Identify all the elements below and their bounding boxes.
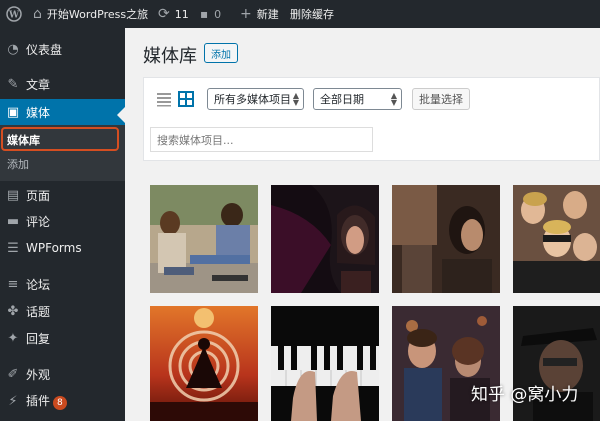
- appearance-icon: ✐: [7, 366, 19, 382]
- reply-icon: ✦: [7, 330, 19, 346]
- sidebar-item-forums[interactable]: ≡ 论坛: [0, 273, 125, 295]
- comments-link[interactable]: ▪ 0: [200, 0, 221, 28]
- search-media-input[interactable]: 搜索媒体项目...: [150, 127, 373, 152]
- current-arrow: [117, 107, 125, 123]
- media-thumbnail[interactable]: [513, 185, 600, 293]
- wordpress-logo-icon[interactable]: W: [6, 0, 22, 28]
- media-thumbnail[interactable]: [150, 306, 258, 421]
- bulk-select-button[interactable]: 批量选择: [412, 88, 470, 110]
- sidebar-item-label: 页面: [26, 188, 51, 203]
- sidebar-item-dashboard[interactable]: ◔ 仪表盘: [0, 38, 125, 60]
- sidebar-item-label: 话题: [26, 304, 51, 319]
- dashboard-icon: ◔: [7, 41, 19, 57]
- media-thumbnail[interactable]: [392, 185, 500, 293]
- submenu-item-library[interactable]: 媒体库: [7, 132, 40, 148]
- pin-icon: ✎: [7, 76, 19, 92]
- add-new-button[interactable]: 添加: [204, 43, 238, 63]
- site-name: 开始WordPress之旅: [46, 8, 149, 21]
- plugin-update-badge: 8: [53, 396, 67, 410]
- home-icon: ⌂: [33, 6, 42, 22]
- new-label: 新建: [256, 8, 279, 21]
- forum-icon: ≡: [7, 276, 19, 292]
- sidebar-item-label: 评论: [26, 214, 51, 229]
- clear-cache-link[interactable]: 删除缓存: [290, 0, 334, 28]
- clear-cache-label: 删除缓存: [290, 8, 334, 21]
- sidebar-item-replies[interactable]: ✦ 回复: [0, 327, 125, 349]
- sidebar-item-label: 文章: [26, 77, 51, 92]
- list-view-icon[interactable]: [156, 91, 172, 107]
- media-type-select[interactable]: 所有多媒体项目 ▲ ▼: [207, 88, 304, 110]
- sidebar-item-plugins[interactable]: ⚡ 插件 8: [0, 390, 125, 412]
- sidebar-item-label: WPForms: [26, 241, 82, 255]
- comments-count: 0: [214, 7, 222, 21]
- sidebar-item-posts[interactable]: ✎ 文章: [0, 73, 125, 95]
- grid-view-icon[interactable]: [178, 91, 194, 107]
- sidebar-item-label: 仪表盘: [26, 42, 63, 57]
- comment-icon: ▬: [6, 213, 20, 229]
- sidebar-item-label: 外观: [26, 367, 51, 382]
- plus-icon: +: [240, 6, 252, 22]
- sidebar-item-pages[interactable]: ▤ 页面: [0, 184, 125, 206]
- comment-bubble-icon: ▪: [200, 7, 209, 21]
- sidebar-item-label: 媒体: [26, 105, 51, 120]
- media-toolbar: 所有多媒体项目 ▲ ▼ 全部日期 ▲ ▼ 批量选择 搜索媒体项目...: [143, 77, 600, 161]
- topic-icon: ✤: [7, 303, 19, 319]
- select-caret-icon: ▲ ▼: [292, 91, 299, 107]
- sidebar-item-media[interactable]: ▣ 媒体: [0, 99, 125, 125]
- new-content-link[interactable]: + 新建: [240, 0, 279, 28]
- plugin-icon: ⚡: [8, 393, 18, 409]
- select-caret-icon: ▲ ▼: [390, 91, 397, 107]
- watermark-text: 知乎 @窝小力: [471, 385, 579, 405]
- date-select[interactable]: 全部日期 ▲ ▼: [313, 88, 402, 110]
- page-title: 媒体库: [143, 46, 197, 67]
- updates-count: 11: [174, 7, 189, 21]
- submenu-item-add[interactable]: 添加: [7, 156, 29, 172]
- media-submenu: 媒体库 添加: [0, 125, 125, 181]
- sidebar-item-appearance[interactable]: ✐ 外观: [0, 363, 125, 385]
- sidebar-item-wpforms[interactable]: ☰ WPForms: [0, 237, 125, 259]
- sidebar-item-label: 回复: [26, 331, 51, 346]
- svg-text:W: W: [8, 11, 20, 21]
- admin-sidebar: ◔ 仪表盘 ✎ 文章 ▣ 媒体 媒体库 添加 ▤ 页面 ▬ 评论 ☰ WPFor…: [0, 28, 125, 421]
- wpforms-icon: ☰: [7, 240, 19, 256]
- media-thumbnail[interactable]: [271, 306, 379, 421]
- admin-bar: W ⌂ 开始WordPress之旅 ⟳ 11 ▪ 0 + 新建 删除缓存: [0, 0, 600, 28]
- site-name-link[interactable]: ⌂ 开始WordPress之旅: [33, 0, 148, 28]
- media-thumbnail[interactable]: [150, 185, 258, 293]
- media-icon: ▣: [6, 104, 20, 120]
- media-type-value: 所有多媒体项目: [214, 93, 291, 106]
- updates-link[interactable]: ⟳ 11: [158, 0, 189, 28]
- sidebar-item-comments[interactable]: ▬ 评论: [0, 210, 125, 232]
- refresh-icon: ⟳: [158, 6, 170, 22]
- sidebar-item-label: 论坛: [26, 277, 51, 292]
- media-thumbnail[interactable]: [271, 185, 379, 293]
- page-icon: ▤: [6, 187, 20, 203]
- date-value: 全部日期: [320, 93, 364, 106]
- sidebar-item-label: 插件 8: [26, 392, 67, 410]
- sidebar-item-topics[interactable]: ✤ 话题: [0, 300, 125, 322]
